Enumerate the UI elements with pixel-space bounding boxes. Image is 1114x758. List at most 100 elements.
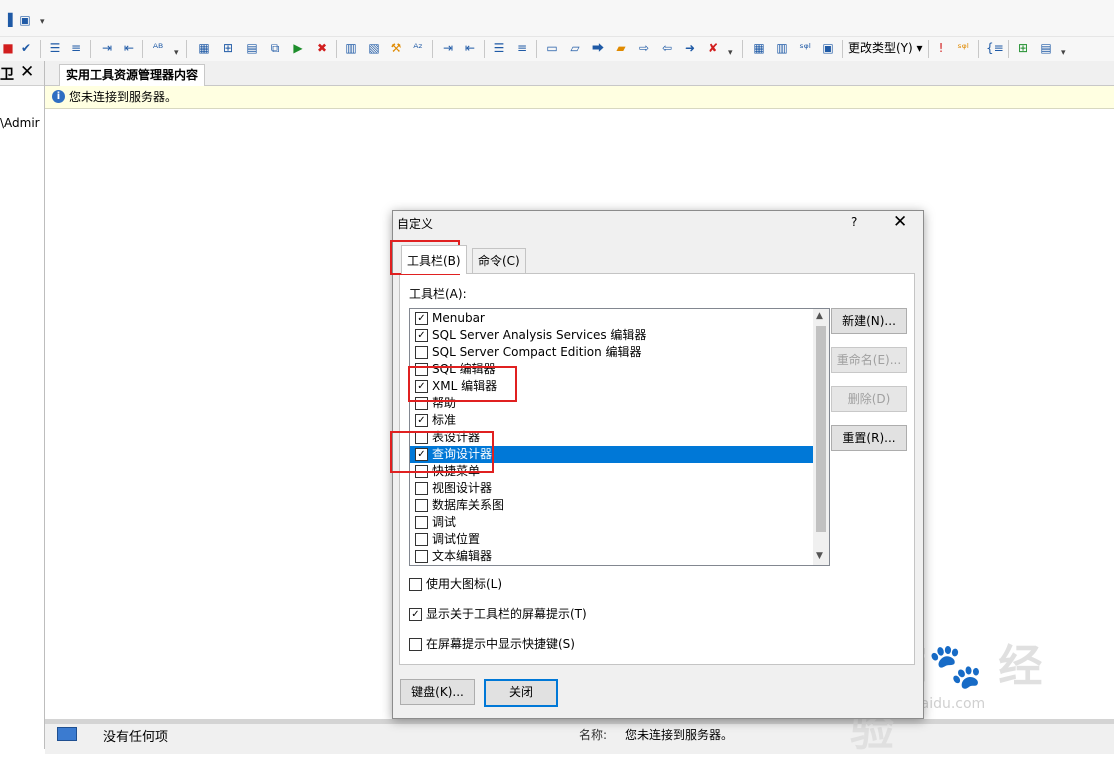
scroll-down-icon[interactable]: ▼ [816,551,823,561]
delete-icon[interactable]: ✖ [314,40,330,56]
toolbar-checkbox[interactable] [415,516,428,529]
checkmark-icon[interactable]: ✔ [18,40,34,56]
toolbar-overflow-grip[interactable] [728,45,733,59]
indent-icon[interactable]: ⇥ [99,40,115,56]
outdent-icon[interactable]: ⇤ [462,40,478,56]
show-tooltips-label: 显示关于工具栏的屏幕提示(T) [426,607,587,621]
sql-icon[interactable]: ˢᵠˡ [797,40,813,56]
object-explorer-pane: 卫 ✕ \Admir [0,61,45,749]
no-items-icon [57,727,77,741]
outdent-icon[interactable]: ⇤ [121,40,137,56]
server-path-text[interactable]: \Admir [0,116,40,130]
new-toolbar-button[interactable]: 新建(N)... [831,308,907,334]
reply-icon[interactable]: ⮕ [590,40,606,56]
toolbar-list-item[interactable]: 调试位置 [410,531,814,548]
rename-toolbar-button[interactable]: 重命名(E)... [831,347,907,373]
clear-bookmarks-icon[interactable]: ✘ [705,40,721,56]
tab-utility-explorer-content[interactable]: 实用工具资源管理器内容 [59,64,206,86]
change-type-menu[interactable]: 更改类型(Y) ▾ [848,40,923,56]
exclamation-icon[interactable]: ! [933,40,949,56]
scroll-up-icon[interactable]: ▲ [816,311,823,321]
toolbar-list-item-label: 调试 [432,515,457,529]
forward-icon[interactable]: ➜ [682,40,698,56]
toolbar-checkbox[interactable]: ✓ [415,414,428,427]
toolbar-separator [142,40,143,58]
toolbar-overflow-grip[interactable] [40,14,45,28]
indent-icon[interactable]: ⇥ [440,40,456,56]
sql-pane-icon[interactable]: ▤ [244,40,260,56]
toolbar-list-item[interactable]: 数据库关系图 [410,497,814,514]
toolbar-separator [432,40,433,58]
toolbar-list-item[interactable]: 调试 [410,514,814,531]
delete-toolbar-button[interactable]: 删除(D) [831,386,907,412]
scroll-thumb[interactable] [816,326,826,532]
close-pane-icon[interactable]: ✕ [20,62,34,82]
toolbar-checkbox[interactable] [415,550,428,563]
name-label: 名称: [579,728,608,742]
results-pane-icon[interactable]: ⧉ [267,40,283,56]
toolbar-separator [1008,40,1009,58]
brace-list-icon[interactable]: {≡ [986,40,1004,56]
uncomment-icon[interactable]: ≡ [514,40,530,56]
toolbar-row-top: ▐ ▣ [0,0,1114,36]
toolbar-overflow-grip[interactable] [1061,45,1066,59]
toolbar-checkbox[interactable] [415,346,428,359]
pin-icon[interactable]: 卫 [0,64,14,84]
execute-icon[interactable]: ▶ [290,40,306,56]
close-dialog-button[interactable]: 关闭 [484,679,558,707]
toolbar-overflow-grip[interactable] [174,45,179,59]
numbered-list-icon[interactable]: ≡ [68,40,84,56]
window-icon[interactable]: ▭ [544,40,560,56]
toolbar-icon-partial[interactable]: ▐ [0,12,16,28]
grid-icon[interactable]: ▦ [751,40,767,56]
toolbar-checkbox[interactable] [415,533,428,546]
toolbar-checkbox[interactable]: ✓ [415,329,428,342]
toolbar-list-item[interactable]: ✓ SQL Server Analysis Services 编辑器 [410,327,814,344]
columns-icon[interactable]: ▥ [774,40,790,56]
diagram-pane-icon[interactable]: ▦ [196,40,212,56]
prev-bookmark-icon[interactable]: ⇦ [659,40,675,56]
tables-icon[interactable]: ▧ [366,40,382,56]
show-tooltips-checkbox[interactable]: ✓ [409,608,422,621]
toolbar-list-item[interactable]: ✓ 标准 [410,412,814,429]
show-shortcuts-checkbox[interactable] [409,638,422,651]
tools-icon[interactable]: ⚒ [388,40,404,56]
comment-icon[interactable]: ☰ [491,40,507,56]
align-list-icon[interactable]: ☰ [47,40,63,56]
stop-icon[interactable]: ■ [0,40,16,56]
sql-verify-icon[interactable]: ˢᵠˡ [955,40,971,56]
criteria-pane-icon[interactable]: ⊞ [220,40,236,56]
toolbar-list-item[interactable]: SQL Server Compact Edition 编辑器 [410,344,814,361]
keyboard-button[interactable]: 键盘(K)... [400,679,475,705]
image-icon[interactable]: ▣ [17,12,33,28]
toolbar-checkbox[interactable] [415,499,428,512]
tab-toolbars[interactable]: 工具栏(B) [401,245,467,274]
toolbar-list-item[interactable]: 文本编辑器 [410,548,814,565]
comment-bubble-icon[interactable]: ▱ [567,40,583,56]
toolbar-separator [336,40,337,58]
reset-toolbar-button[interactable]: 重置(R)... [831,425,907,451]
table-icon[interactable]: ▥ [343,40,359,56]
toolbar-list-item-label: 视图设计器 [432,481,493,495]
toolbar-separator [978,40,979,58]
sort-icon[interactable]: ᴬᶻ [410,40,426,56]
folder-icon[interactable]: ▰ [613,40,629,56]
toolbar-list-item-label: 调试位置 [432,532,481,546]
diagram-icon[interactable]: ▣ [820,40,836,56]
toolbar-checkbox[interactable]: ✓ [415,312,428,325]
customize-dialog: 自定义 ? ✕ 工具栏(B) 命令(C) 工具栏(A): ✓ Menubar ✓ SQ… [390,210,924,719]
close-icon[interactable]: ✕ [893,212,907,232]
spell-check-icon[interactable]: ᴬᴮ [150,40,166,56]
pane-header: 卫 ✕ [0,61,44,86]
next-bookmark-icon[interactable]: ⇨ [636,40,652,56]
large-icons-label: 使用大图标(L) [426,577,503,591]
large-icons-checkbox[interactable] [409,578,422,591]
tab-commands[interactable]: 命令(C) [472,248,526,273]
add-table-icon[interactable]: ⊞ [1015,40,1031,56]
toolbar-checkbox[interactable] [415,482,428,495]
toolbar-list-item[interactable]: ✓ Menubar [410,310,814,327]
toolbar-list-item[interactable]: 视图设计器 [410,480,814,497]
listbox-scrollbar[interactable]: ▲ ▼ [813,309,829,565]
clipboard-icon[interactable]: ▤ [1038,40,1054,56]
help-button[interactable]: ? [851,215,857,229]
